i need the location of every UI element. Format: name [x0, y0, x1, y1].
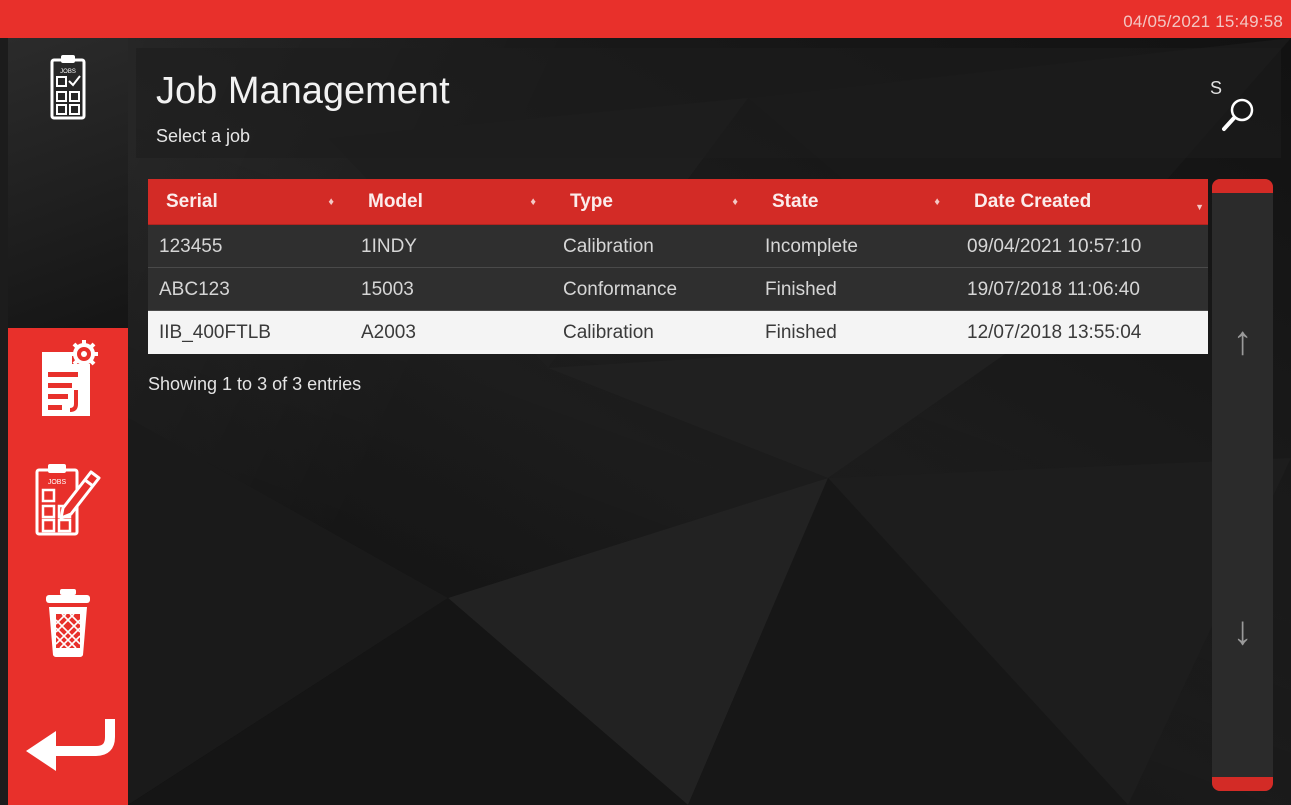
- table-row[interactable]: ABC123 15003 Conformance Finished 19/07/…: [148, 268, 1208, 311]
- scroll-cap-top: [1212, 179, 1273, 193]
- sort-icon: ♦: [530, 196, 536, 208]
- left-nav: JOBS JOBS: [8, 38, 128, 805]
- nav-delete-job-button[interactable]: [8, 573, 128, 673]
- main-area: Job Management Select a job S Serial ♦ M…: [128, 38, 1291, 805]
- cell-state: Finished: [765, 279, 837, 300]
- trash-icon: [46, 589, 90, 657]
- column-header-serial[interactable]: Serial ♦: [148, 179, 350, 224]
- search-icon: [1222, 98, 1254, 131]
- scroll-down-button[interactable]: ↓: [1212, 609, 1273, 654]
- page-title: Job Management: [156, 70, 450, 112]
- scroll-up-button[interactable]: ↑: [1212, 319, 1273, 364]
- jobs-table: Serial ♦ Model ♦ Type ♦ State ♦ Date Cre…: [148, 179, 1208, 354]
- cell-serial: 123455: [159, 236, 223, 257]
- nav-action-panel: JOBS: [8, 328, 128, 805]
- jobs-edit-icon: JOBS: [35, 464, 101, 536]
- header-panel: Job Management Select a job S: [136, 48, 1281, 158]
- back-arrow-icon: [26, 719, 115, 771]
- cell-type: Calibration: [563, 322, 654, 343]
- table-row-selected[interactable]: IIB_400FTLB A2003 Calibration Finished 1…: [148, 311, 1208, 354]
- scroll-cap-bottom: [1212, 777, 1273, 791]
- nav-job-settings-button[interactable]: [8, 328, 128, 428]
- column-header-date-created[interactable]: Date Created ▼: [956, 179, 1208, 224]
- nav-back-button[interactable]: [8, 693, 128, 793]
- nav-top-panel: JOBS: [8, 38, 128, 328]
- column-header-state[interactable]: State ♦: [754, 179, 956, 224]
- nav-edit-job-button[interactable]: JOBS: [8, 448, 128, 548]
- svg-text:JOBS: JOBS: [60, 69, 76, 75]
- cell-date-created: 09/04/2021 10:57:10: [967, 236, 1142, 257]
- sort-icon: ♦: [934, 196, 940, 208]
- page-subtitle: Select a job: [156, 126, 251, 146]
- cell-serial: ABC123: [159, 279, 230, 300]
- svg-text:JOBS: JOBS: [48, 479, 67, 486]
- column-header-type[interactable]: Type ♦: [552, 179, 754, 224]
- search-button[interactable]: S: [1206, 78, 1261, 138]
- cell-state: Finished: [765, 322, 837, 343]
- entries-info: Showing 1 to 3 of 3 entries: [148, 374, 362, 394]
- datetime: 04/05/2021 15:49:58: [1123, 12, 1283, 31]
- nav-jobs-button[interactable]: JOBS: [8, 38, 128, 138]
- sort-icon: ♦: [732, 196, 738, 208]
- document-gear-icon: [42, 340, 98, 416]
- table-header: Serial ♦ Model ♦ Type ♦ State ♦ Date Cre…: [148, 179, 1208, 225]
- cell-state: Incomplete: [765, 236, 858, 257]
- cell-date-created: 19/07/2018 11:06:40: [967, 279, 1140, 300]
- cell-type: Calibration: [563, 236, 654, 257]
- table-row[interactable]: 123455 1INDY Calibration Incomplete 09/0…: [148, 225, 1208, 268]
- cell-model: 15003: [361, 279, 414, 300]
- scroll-panel: ↑ ↓: [1212, 179, 1273, 791]
- cell-model: A2003: [361, 322, 416, 343]
- cell-date-created: 12/07/2018 13:55:04: [967, 322, 1142, 343]
- sort-desc-icon: ▼: [1195, 202, 1204, 212]
- sort-icon: ♦: [328, 196, 334, 208]
- cell-type: Conformance: [563, 279, 678, 300]
- cell-model: 1INDY: [361, 236, 417, 257]
- cell-serial: IIB_400FTLB: [159, 322, 271, 343]
- column-header-model[interactable]: Model ♦: [350, 179, 552, 224]
- top-status-bar: 04/05/2021 15:49:58: [0, 0, 1291, 38]
- jobs-clipboard-icon: JOBS: [50, 55, 86, 120]
